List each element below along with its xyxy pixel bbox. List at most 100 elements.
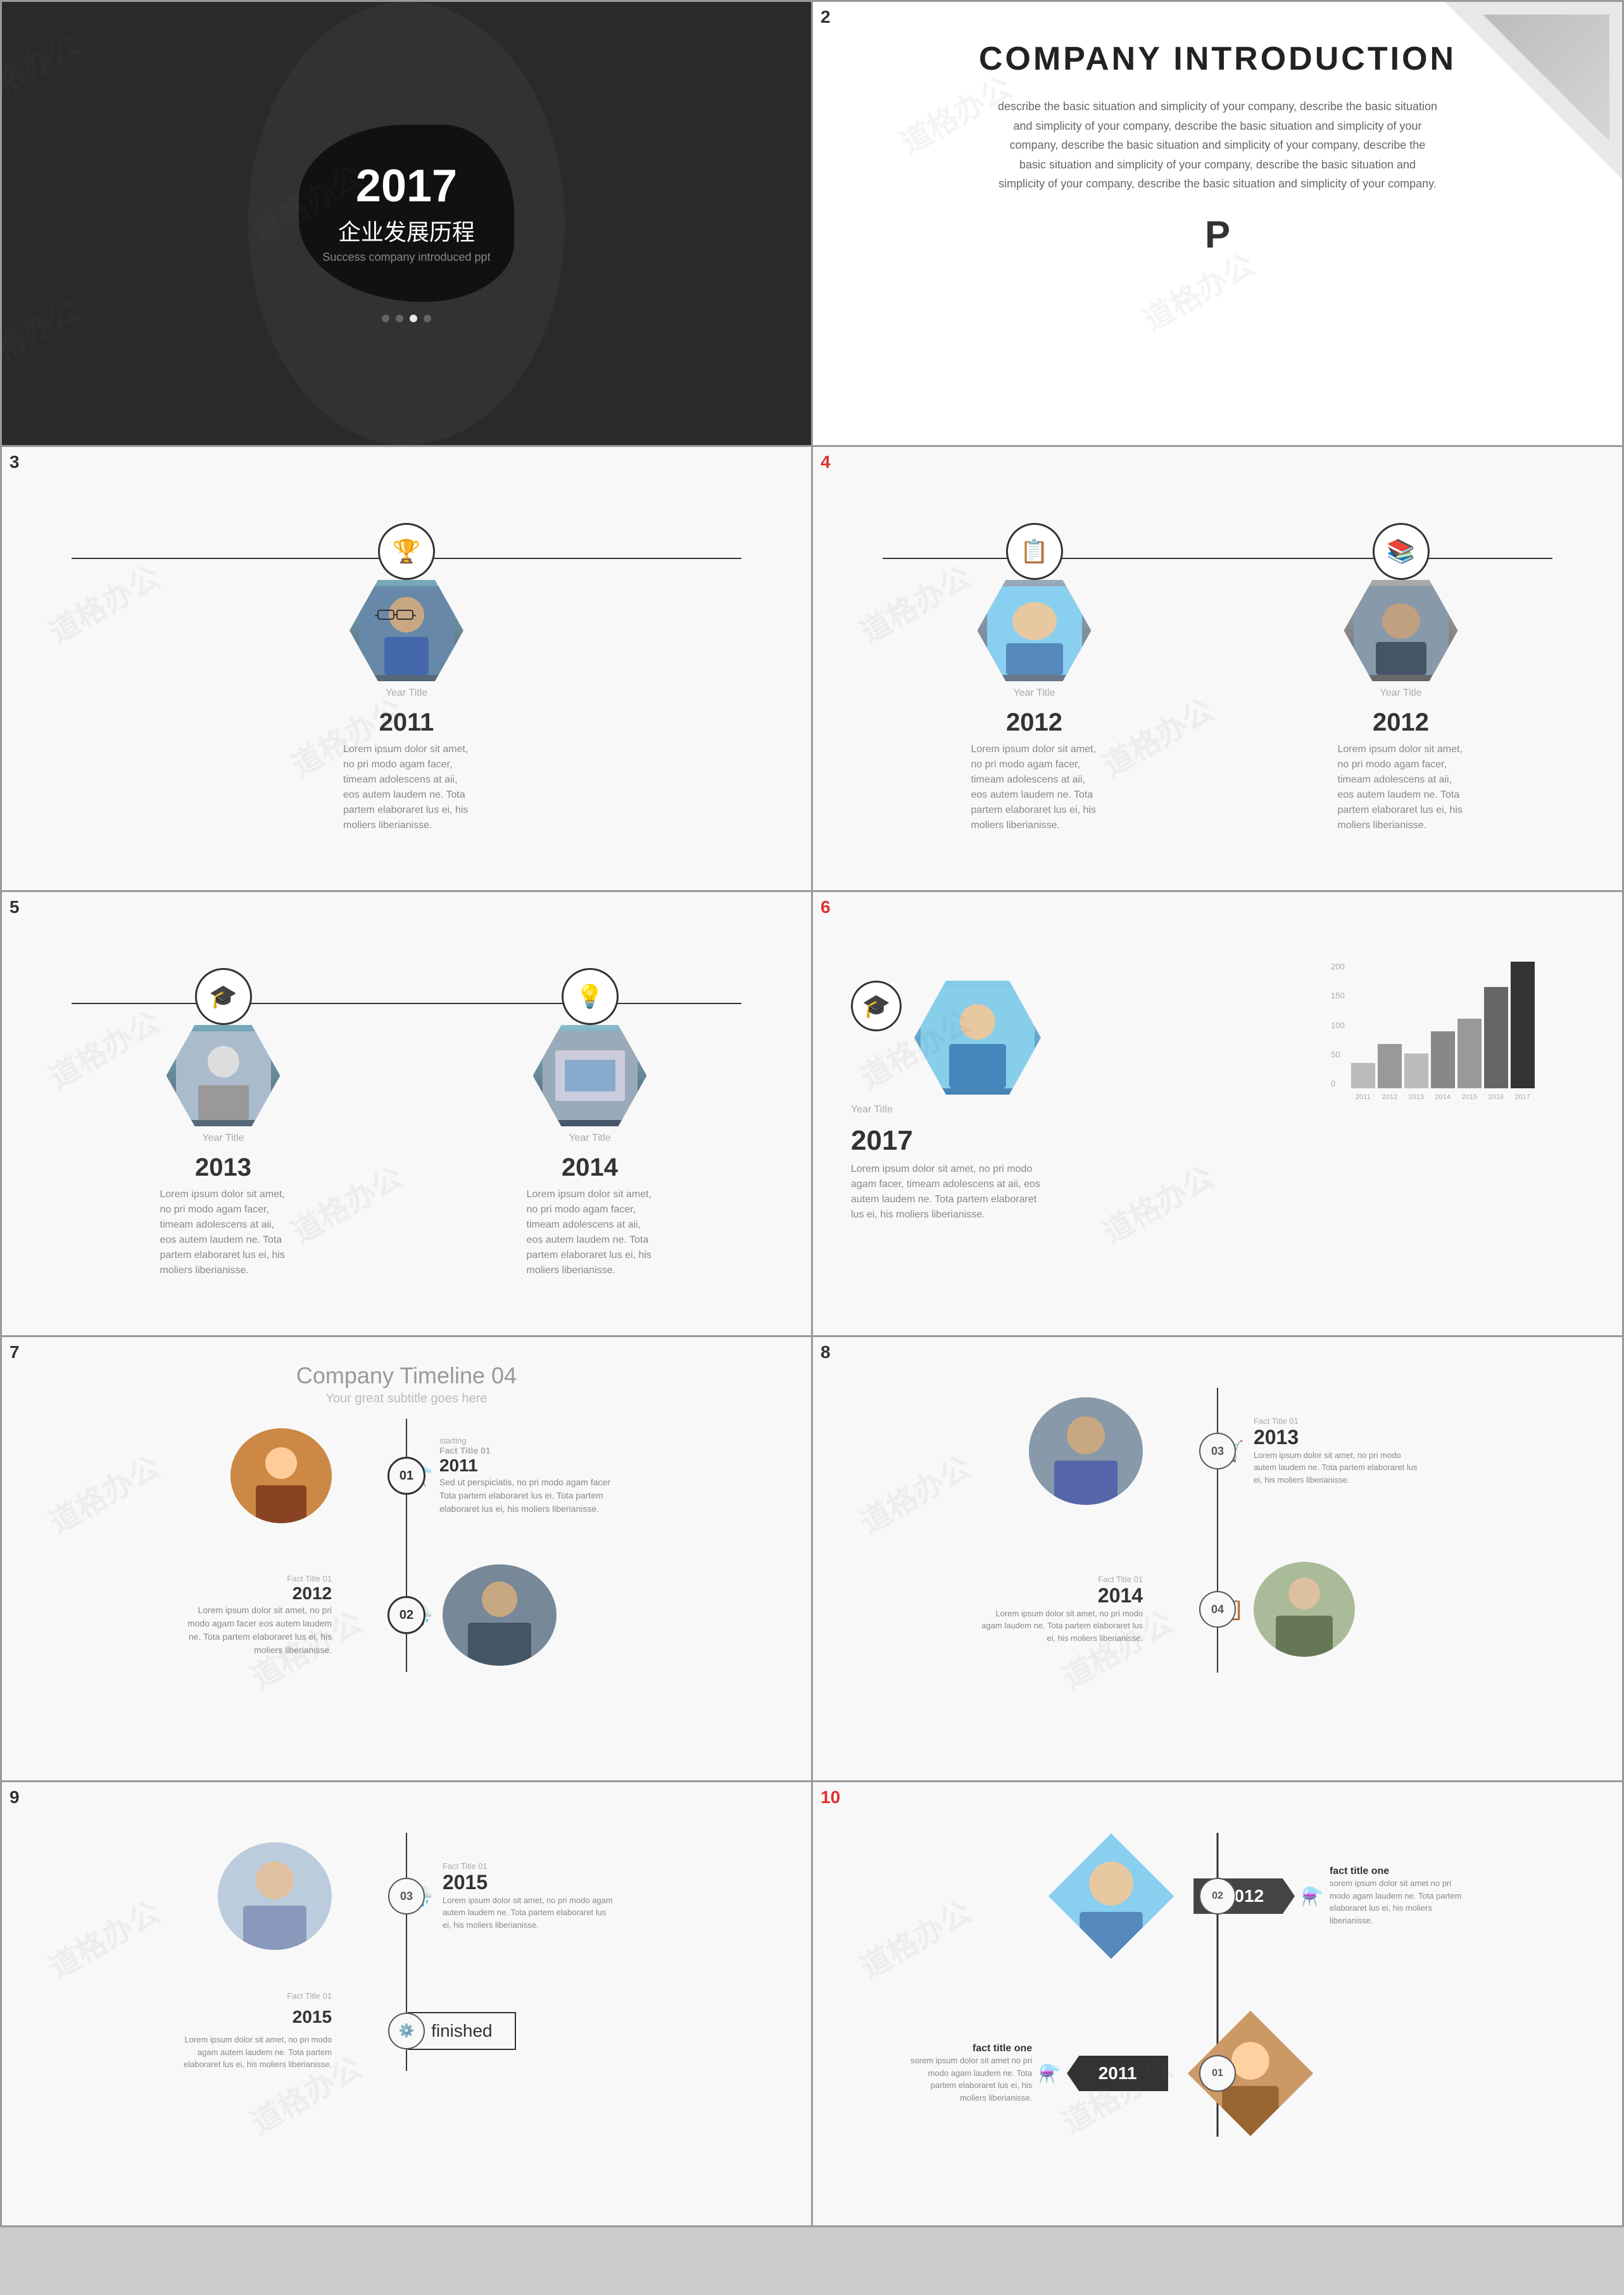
slide10-row-2: fact title one sorem ipsum dolor sit ame… — [851, 2010, 1584, 2137]
slide9-photo-1 — [218, 1842, 332, 1950]
slide10-row1-left — [851, 1852, 1181, 1940]
slide5-icon-1: 🎓 — [195, 968, 252, 1025]
slide9-row1-left — [40, 1842, 370, 1950]
slide10-number: 10 — [821, 1787, 840, 1808]
slide9-number: 9 — [9, 1787, 20, 1808]
slide3-desc: Lorem ipsum dolor sit amet, no pri modo … — [343, 742, 470, 833]
slide10-desc-1: sorem ipsum dolor sit amet no pri modo a… — [1330, 1877, 1469, 1927]
bar-2014: 2014 — [1431, 1031, 1455, 1088]
slide1-year: 2017 — [356, 163, 457, 209]
slide-10: 道格办公 道格办公 10 — [813, 1782, 1622, 2225]
slide5-year-label-1: Year Title — [202, 1133, 244, 1144]
slide9-vtimeline: 03 🌧️ Fact Title 01 2015 Lorem ipsum dol… — [40, 1833, 773, 2071]
slide8-year-1: 2013 — [1254, 1426, 1425, 1449]
slide8-number: 8 — [821, 1342, 831, 1362]
slide10-row-1: 02 2012 ⚗️ fact title one sorem ipsum do… — [851, 1833, 1584, 1959]
slide6-content: 🎓 Year Title 2017 Lorem ipsum dolor s — [851, 968, 1584, 1223]
slide4-photo-1-inner — [978, 580, 1092, 681]
slide8-desc-1: Lorem ipsum dolor sit amet, no pri modo … — [1254, 1449, 1425, 1487]
slide4-number: 4 — [821, 452, 831, 472]
slide10-node-2: 01 — [1199, 2055, 1236, 2092]
slide10-icon-2: ⚗️ — [1038, 2063, 1061, 2084]
slide5-photo-1 — [167, 1025, 280, 1126]
slide7-subtitle: Your great subtitle goes here — [40, 1392, 773, 1406]
slide8-photo-1 — [1029, 1397, 1143, 1505]
slide6-photo-inner — [914, 981, 1041, 1095]
bar-2016: 2016 — [1484, 987, 1508, 1088]
slide7-node-1: 01 — [387, 1457, 425, 1495]
slide7-row1-text: starting Fact Title 01 2011 Sed ut persp… — [439, 1436, 617, 1516]
slide7-desc-2: Lorem ipsum dolor sit amet, no pri modo … — [173, 1604, 332, 1657]
ylabel-50: 50 — [1331, 1050, 1345, 1059]
slide7-photo-1 — [230, 1428, 332, 1523]
slide7-title: Company Timeline 04 — [40, 1362, 773, 1389]
slide7-row2-text: Fact Title 01 2012 Lorem ipsum dolor sit… — [173, 1574, 332, 1657]
slide3-year: 2011 — [379, 708, 434, 737]
slide8-row-1: 03 🛒 Fact Title 01 2013 Lorem ipsum dolo… — [851, 1388, 1584, 1514]
slide6-desc: Lorem ipsum dolor sit amet, no pri modo … — [851, 1162, 1041, 1223]
slide-3: 道格办公 道格办公 3 🏆 — [2, 447, 811, 890]
slide10-node-1: 02 — [1199, 1878, 1236, 1915]
slide9-row1-text: Fact Title 01 2015 Lorem ipsum dolor sit… — [443, 1861, 614, 1932]
slide2-deco-building — [1451, 15, 1609, 173]
ylabel-100: 100 — [1331, 1021, 1345, 1030]
slide9-year-label-2: Fact Title 01 — [287, 1991, 332, 2001]
slide3-photo-inner — [349, 580, 463, 681]
slide8-row1-left — [851, 1397, 1181, 1505]
ylabel-200: 200 — [1331, 962, 1345, 971]
slide4-icon-2: 📚 — [1373, 523, 1430, 580]
slide-9: 道格办公 道格办公 9 03 🌧️ — [2, 1782, 811, 2225]
slide4-year-1: 2012 — [1006, 708, 1062, 737]
slide5-photo-2 — [533, 1025, 647, 1126]
slide8-photo-2 — [1254, 1562, 1355, 1657]
bar-2013: 2013 — [1404, 1053, 1428, 1088]
bar-2011: 2011 — [1351, 1063, 1375, 1088]
slide7-year-sublabel-1: Fact Title 01 — [439, 1445, 617, 1456]
slide8-year-label-2: Fact Title 01 — [851, 1575, 1143, 1584]
slide4-timeline-row: 📋 Year Title 2012 Lorem ipsum dolor sit … — [851, 523, 1584, 833]
slide9-row2-left: Fact Title 01 2015 Lorem ipsum dolor sit… — [40, 1991, 370, 2071]
slide5-year-2: 2014 — [562, 1154, 618, 1182]
slide10-desc-2: sorem ipsum dolor sit amet no pri modo a… — [905, 2054, 1032, 2104]
slide4-desc-2: Lorem ipsum dolor sit amet, no pri modo … — [1338, 742, 1464, 833]
slide7-desc-1: Sed ut perspiciatis, no pri modo agam fa… — [439, 1476, 617, 1516]
slide8-row2-text: Fact Title 01 2014 Lorem ipsum dolor sit… — [851, 1575, 1143, 1645]
slide7-number: 7 — [9, 1342, 20, 1362]
slide6-icon: 🎓 — [851, 981, 902, 1031]
slide3-photo — [349, 580, 463, 681]
slide-4: 道格办公 道格办公 4 📋 Year Title 2012 — [813, 447, 1622, 890]
slide8-year-label-1: Fact Title 01 — [1254, 1416, 1425, 1426]
slide9-year-1: 2015 — [443, 1871, 614, 1894]
slide5-desc-2: Lorem ipsum dolor sit amet, no pri modo … — [527, 1187, 653, 1278]
slide8-desc-2: Lorem ipsum dolor sit amet, no pri modo … — [978, 1607, 1143, 1645]
slide-7: 道格办公 道格办公 7 Company Timeline 04 Your gre… — [2, 1337, 811, 1780]
slide2-number: 2 — [821, 7, 831, 27]
slide4-photo-2 — [1344, 580, 1458, 681]
slide7-row-1: 01 ⚗️ starting Fact Title 01 2011 Sed ut… — [40, 1419, 773, 1533]
slide4-year-2: 2012 — [1373, 708, 1429, 737]
slide4-icon-1: 📋 — [1006, 523, 1063, 580]
slide7-year-1: 2011 — [439, 1456, 617, 1476]
slide6-year-label: Year Title — [851, 1104, 893, 1116]
slide3-icon: 🏆 — [378, 523, 435, 580]
slide9-desc-2: Lorem ipsum dolor sit amet, no pri modo … — [173, 2034, 332, 2071]
bar-2012: 2012 — [1378, 1044, 1402, 1088]
slide4-photo-2-inner — [1344, 580, 1458, 681]
slide7-node-2: 02 — [387, 1596, 425, 1634]
slide9-node-2: ⚙️ — [388, 2013, 425, 2049]
slide8-year-2: 2014 — [851, 1584, 1143, 1607]
slide10-row2-left: fact title one sorem ipsum dolor sit ame… — [851, 2043, 1181, 2104]
slide5-desc-1: Lorem ipsum dolor sit amet, no pri modo … — [160, 1187, 287, 1278]
slide10-timeline: 02 2012 ⚗️ fact title one sorem ipsum do… — [851, 1833, 1584, 2137]
ylabel-150: 150 — [1331, 991, 1345, 1000]
slide5-year-label-2: Year Title — [569, 1133, 610, 1144]
slide6-right: 200 150 100 50 0 2011 2012 2013 2014 201… — [1331, 968, 1584, 1107]
slide4-desc-1: Lorem ipsum dolor sit amet, no pri modo … — [971, 742, 1098, 833]
slide6-left: 🎓 Year Title 2017 Lorem ipsum dolor s — [851, 968, 1306, 1223]
slide10-row1-text: fact title one sorem ipsum dolor sit ame… — [1330, 1866, 1469, 1927]
slide9-row-1: 03 🌧️ Fact Title 01 2015 Lorem ipsum dol… — [40, 1833, 773, 1959]
slide5-photo-1-inner — [167, 1025, 280, 1126]
slide7-photo-2 — [443, 1564, 557, 1666]
slide8-vtimeline: 03 🛒 Fact Title 01 2013 Lorem ipsum dolo… — [851, 1388, 1584, 1673]
slide4-year-label-1: Year Title — [1013, 688, 1055, 699]
